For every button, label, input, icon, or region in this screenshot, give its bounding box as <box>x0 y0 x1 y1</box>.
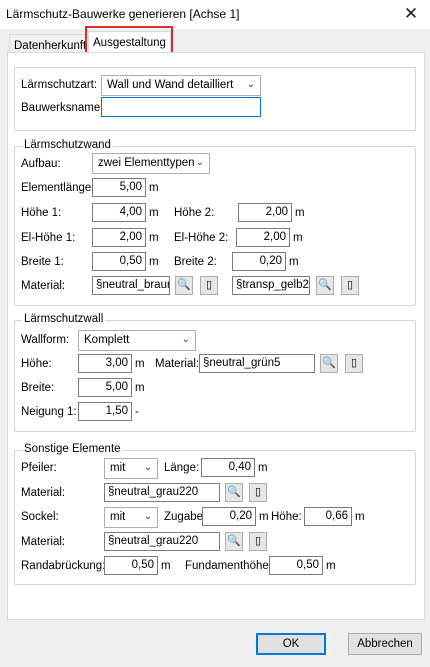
elementlaenge-input[interactable]: 5,00 <box>92 178 146 197</box>
unit-m: m <box>295 207 305 219</box>
aufbau-label: Aufbau: <box>21 158 61 170</box>
breite1-input[interactable]: 0,50 <box>92 252 146 271</box>
chevron-down-icon: ⌄ <box>143 511 152 522</box>
sockel-hoehe-label: Höhe: <box>271 511 302 523</box>
aufbau-select[interactable]: zwei Elementtypen ⌄ <box>92 153 210 174</box>
unit-m: m <box>259 511 269 523</box>
unit-m: m <box>355 511 365 523</box>
hoehe2-input[interactable]: 2,00 <box>238 203 292 222</box>
wand-material-label: Material: <box>21 280 66 292</box>
breite2-label: Breite 2: <box>174 256 217 268</box>
sockel-label: Sockel: <box>21 511 59 523</box>
zugabe-label: Zugabe: <box>164 511 207 523</box>
laermschutzart-label: Lärmschutzart: <box>21 79 98 91</box>
laermschutzwall-legend: Lärmschutzwall <box>22 313 106 325</box>
unit-m: m <box>135 358 145 370</box>
ok-button[interactable]: OK <box>256 633 326 655</box>
hoehe1-input[interactable]: 4,00 <box>92 203 146 222</box>
material-picker-icon[interactable]: ▯ <box>249 483 267 502</box>
search-icon[interactable]: 🔍 <box>320 354 338 373</box>
wallform-value: Komplett <box>84 334 130 346</box>
cancel-button[interactable]: Abbrechen <box>348 633 422 655</box>
wallform-select[interactable]: Komplett ⌄ <box>78 330 196 351</box>
sockel-material-input[interactable]: §neutral_grau220 <box>104 532 220 551</box>
chevron-down-icon: ⌄ <box>246 79 255 90</box>
wallform-label: Wallform: <box>21 334 70 346</box>
pfeiler-value: mit <box>110 462 126 474</box>
unit-m: m <box>149 207 159 219</box>
hoehe1-label: Höhe 1: <box>21 207 62 219</box>
pfeiler-label: Pfeiler: <box>21 462 57 474</box>
breite1-label: Breite 1: <box>21 256 64 268</box>
unit-m: m <box>326 560 336 572</box>
randabrueckung-input[interactable]: 0,50 <box>104 556 158 575</box>
randabrueckung-label: Randabrückung: <box>21 560 106 572</box>
fundamenthoehe-label: Fundamenthöhe: <box>185 560 272 572</box>
neigung-unit: - <box>135 406 139 418</box>
elhoehe2-input[interactable]: 2,00 <box>236 228 290 247</box>
pfeiler-material-input[interactable]: §neutral_grau220 <box>104 483 220 502</box>
unit-m: m <box>149 182 159 194</box>
elementlaenge-label: Elementlänge: <box>21 182 95 194</box>
neigung-input[interactable]: 1,50 <box>78 402 132 421</box>
laenge-label: Länge: <box>164 462 200 474</box>
search-icon[interactable]: 🔍 <box>225 483 243 502</box>
wand-material2-input[interactable]: §transp_gelb2 <box>232 276 310 295</box>
wall-breite-input[interactable]: 5,00 <box>78 378 132 397</box>
unit-m: m <box>293 232 303 244</box>
zugabe-input[interactable]: 0,20 <box>202 507 256 526</box>
unit-m: m <box>289 256 299 268</box>
elhoehe2-label: El-Höhe 2: <box>174 232 229 244</box>
sockel-material-label: Material: <box>21 536 66 548</box>
chevron-down-icon: ⌄ <box>143 462 152 473</box>
unit-m: m <box>149 256 159 268</box>
bauwerksname-label: Bauwerksname: <box>21 102 104 114</box>
sockel-hoehe-input[interactable]: 0,66 <box>304 507 352 526</box>
search-icon[interactable]: 🔍 <box>225 532 243 551</box>
laenge-input[interactable]: 0,40 <box>201 458 255 477</box>
unit-m: m <box>258 462 268 474</box>
pfeiler-material-label: Material: <box>21 487 66 499</box>
wand-material1-input[interactable]: §neutral_braun <box>92 276 170 295</box>
wall-hoehe-input[interactable]: 3,00 <box>78 354 132 373</box>
elhoehe1-input[interactable]: 2,00 <box>92 228 146 247</box>
window-title: Lärmschutz-Bauwerke generieren [Achse 1] <box>6 7 240 21</box>
laermschutzart-select[interactable]: Wall und Wand detailliert ⌄ <box>101 75 261 96</box>
material-picker-icon[interactable]: ▯ <box>200 276 218 295</box>
bauwerksname-input[interactable] <box>101 97 261 117</box>
sockel-value: mit <box>110 511 126 523</box>
search-icon[interactable]: 🔍 <box>175 276 193 295</box>
neigung-label: Neigung 1: <box>21 406 77 418</box>
material-picker-icon[interactable]: ▯ <box>341 276 359 295</box>
sockel-select[interactable]: mit ⌄ <box>104 507 158 528</box>
fundamenthoehe-input[interactable]: 0,50 <box>269 556 323 575</box>
chevron-down-icon: ⌄ <box>181 334 190 345</box>
sonstige-elemente-legend: Sonstige Elemente <box>22 443 123 455</box>
search-icon[interactable]: 🔍 <box>316 276 334 295</box>
unit-m: m <box>135 382 145 394</box>
wall-hoehe-label: Höhe: <box>21 358 52 370</box>
laermschutzwand-legend: Lärmschutzwand <box>22 139 113 151</box>
unit-m: m <box>149 232 159 244</box>
pfeiler-select[interactable]: mit ⌄ <box>104 458 158 479</box>
elhoehe1-label: El-Höhe 1: <box>21 232 76 244</box>
wall-breite-label: Breite: <box>21 382 55 394</box>
material-picker-icon[interactable]: ▯ <box>249 532 267 551</box>
wall-material-label: Material: <box>155 358 200 370</box>
breite2-input[interactable]: 0,20 <box>232 252 286 271</box>
hoehe2-label: Höhe 2: <box>174 207 215 219</box>
laermschutzart-value: Wall und Wand detailliert <box>107 79 234 91</box>
aufbau-value: zwei Elementtypen <box>98 157 195 169</box>
unit-m: m <box>161 560 171 572</box>
chevron-down-icon: ⌄ <box>195 157 204 168</box>
close-icon[interactable]: ✕ <box>398 2 424 26</box>
material-picker-icon[interactable]: ▯ <box>345 354 363 373</box>
tab-label: Datenherkunft <box>14 40 87 52</box>
wall-material-input[interactable]: §neutral_grün5 <box>199 354 315 373</box>
title-bar: Lärmschutz-Bauwerke generieren [Achse 1]… <box>0 0 430 30</box>
